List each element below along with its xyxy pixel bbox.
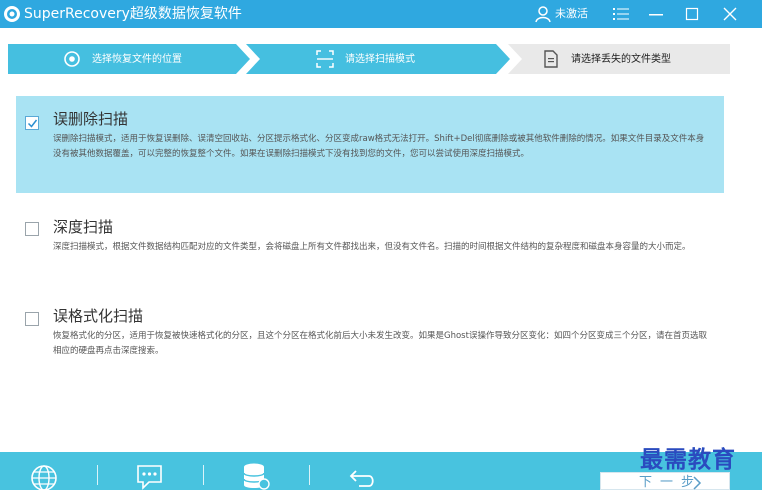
step-progress: 选择恢复文件的位置 请选择扫描模式 请选择丢失的文件类型 [0,38,762,80]
app-logo-icon [4,6,20,22]
back-arrow-icon [349,470,374,487]
user-icon[interactable] [533,4,553,24]
back-button[interactable] [347,462,377,490]
option-unformat-scan[interactable]: 误格式化扫描 恢复格式化的分区，适用于恢复被快速格式化的分区，且这个分区在格式化… [16,300,724,370]
deep-scan-description: 深度扫描模式，根据文件数据结构匹配对应的文件类型，会将磁盘上所有文件都找出来，但… [53,242,691,252]
step-2-label: 请选择扫描模式 [345,54,415,65]
unformat-scan-checkbox[interactable] [25,312,39,326]
undelete-scan-description: 误删除扫描模式，适用于恢复误删除、误清空回收站、分区提示格式化、分区变成raw格… [53,134,705,159]
option-undelete-scan[interactable]: 误删除扫描 误删除扫描模式，适用于恢复误删除、误清空回收站、分区提示格式化、分区… [16,96,724,193]
menu-button[interactable] [603,0,639,28]
unformat-scan-title: 误格式化扫描 [53,307,144,325]
toolbar-separator [203,465,204,485]
database-icon [243,463,270,490]
step-3-label: 请选择丢失的文件类型 [571,54,671,65]
title-bar: SuperRecovery超级数据恢复软件 未激活 [0,0,762,28]
globe-icon [31,465,57,490]
minimize-button[interactable] [638,0,674,28]
next-step-button[interactable]: 下一步 [600,472,730,490]
activation-status[interactable]: 未激活 [555,5,588,23]
step-1-label: 选择恢复文件的位置 [92,54,182,65]
chat-icon [137,465,162,490]
database-button[interactable] [241,462,271,490]
close-button[interactable] [712,0,748,28]
target-icon [64,51,80,67]
deep-scan-checkbox[interactable] [25,222,39,236]
option-deep-scan[interactable]: 深度扫描 深度扫描模式，根据文件数据结构匹配对应的文件类型，会将磁盘上所有文件都… [16,210,724,280]
checkmark-icon [27,119,38,128]
undelete-scan-title: 误删除扫描 [53,110,129,128]
close-icon [723,7,737,21]
menu-icon [613,8,629,20]
toolbar-separator [97,465,98,485]
undelete-scan-checkbox[interactable] [25,116,39,130]
deep-scan-title: 深度扫描 [53,218,114,236]
document-icon [544,50,558,68]
minimize-icon [649,14,663,16]
chevron-right-icon [693,476,702,490]
scan-frame-icon [316,50,334,68]
maximize-icon [685,7,699,21]
toolbar-separator [309,465,310,485]
window-title: SuperRecovery超级数据恢复软件 [24,6,242,22]
support-button[interactable] [135,462,165,490]
unformat-scan-description: 恢复格式化的分区，适用于恢复被快速格式化的分区，且这个分区在格式化前后大小未发生… [53,331,707,356]
maximize-button[interactable] [674,0,710,28]
watermark-text: 最需教育 [640,446,736,473]
website-button[interactable] [29,462,59,490]
